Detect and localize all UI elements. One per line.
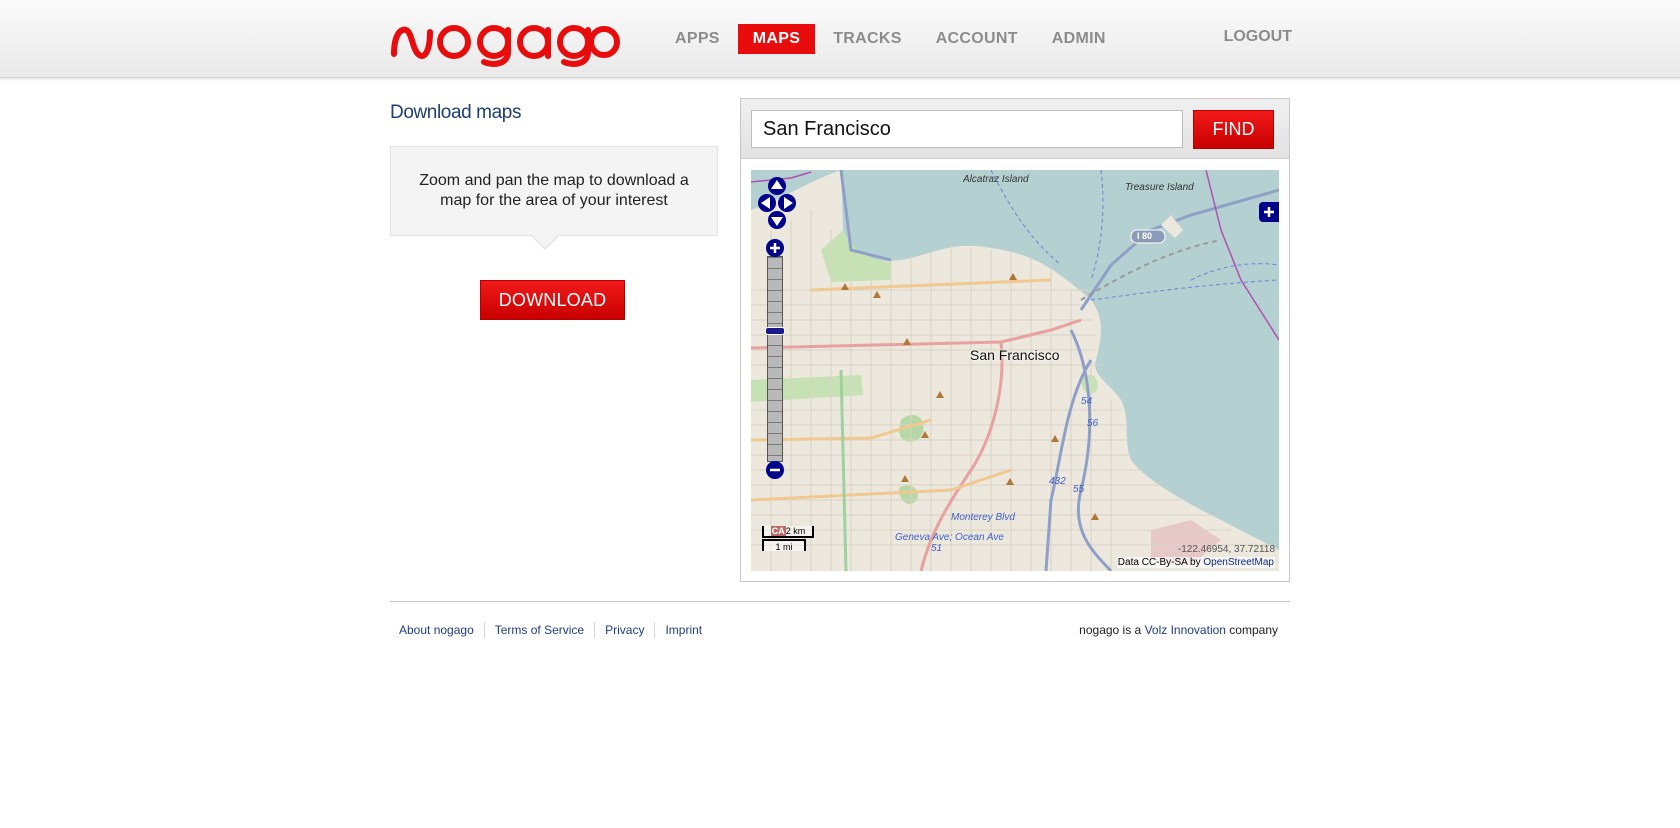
footer-company: nogago is a Volz Innovation company: [1040, 622, 1278, 638]
scale-mi: 1 mi: [762, 539, 806, 552]
company-prefix: nogago is a: [1079, 623, 1145, 637]
company-suffix: company: [1225, 623, 1278, 637]
footer-link-about[interactable]: About nogago: [390, 622, 485, 638]
zoom-slider-handle[interactable]: [765, 327, 785, 335]
scale-km-label: 2 km: [785, 526, 806, 536]
map-label-highway-i80: I 80: [1137, 231, 1153, 241]
map-label-treasure-island: Treasure Island: [1125, 182, 1194, 193]
find-button[interactable]: FIND: [1193, 110, 1274, 149]
header: APPS MAPS TRACKS ACCOUNT ADMIN LOGOUT: [0, 0, 1680, 81]
zoom-track[interactable]: [765, 256, 785, 462]
layer-switcher-plus-icon[interactable]: [1259, 202, 1279, 222]
logo-wordmark: [391, 25, 620, 67]
nogago-logo[interactable]: [390, 18, 622, 68]
attribution-prefix: Data CC-By-SA by: [1117, 557, 1204, 568]
map-scale: CA2 km 1 mi: [760, 526, 820, 554]
footer-link-terms[interactable]: Terms of Service: [485, 622, 596, 638]
location-search-input[interactable]: [751, 110, 1183, 148]
scale-badge: CA: [770, 526, 786, 536]
map-viewport[interactable]: Alcatraz Island Treasure Island I 80 San…: [751, 170, 1279, 571]
scale-km: CA2 km: [762, 526, 814, 538]
nav-maps[interactable]: MAPS: [737, 24, 816, 54]
nav-admin[interactable]: ADMIN: [1035, 24, 1123, 54]
hint-pointer: [530, 234, 560, 250]
openstreetmap-link[interactable]: OpenStreetMap: [1203, 557, 1274, 568]
map-label-route-54: 54: [1081, 396, 1093, 407]
footer-divider: [390, 601, 1290, 602]
footer-link-privacy[interactable]: Privacy: [595, 622, 656, 638]
arrow-down-icon[interactable]: [767, 210, 787, 230]
mouse-coordinates: -122.46954, 37.72118: [1177, 544, 1275, 555]
zoom-in-plus-icon[interactable]: [765, 238, 785, 258]
search-bar: FIND: [741, 99, 1289, 159]
zoom-out-minus-icon[interactable]: [765, 460, 785, 480]
footer-link-imprint[interactable]: Imprint: [655, 622, 712, 638]
zoom-control: [765, 238, 785, 480]
map-label-geneva-ave: Geneva Ave; Ocean Ave: [895, 532, 1004, 543]
logout-link[interactable]: LOGOUT: [1212, 28, 1292, 46]
nav-tracks[interactable]: TRACKS: [816, 24, 918, 54]
map-attribution: Data CC-By-SA by OpenStreetMap: [1116, 557, 1275, 568]
map-label-route-51: 51: [931, 543, 943, 554]
map-label-route-55: 55: [1073, 484, 1085, 495]
hint-box: Zoom and pan the map to download a map f…: [390, 146, 718, 236]
download-button[interactable]: DOWNLOAD: [480, 280, 625, 320]
map-tiles: [751, 170, 1279, 571]
pan-control: [757, 176, 797, 232]
nav-apps[interactable]: APPS: [658, 24, 737, 54]
footer-links: About nogago Terms of Service Privacy Im…: [390, 622, 712, 638]
volz-innovation-link[interactable]: Volz Innovation: [1145, 623, 1226, 637]
map-label-monterey-blvd: Monterey Blvd: [951, 512, 1015, 523]
page-title: Download maps: [390, 102, 522, 123]
map-label-route-56: 56: [1087, 418, 1099, 429]
nav-account[interactable]: ACCOUNT: [919, 24, 1035, 54]
hint-text: Zoom and pan the map to download a map f…: [419, 172, 689, 209]
main-nav: APPS MAPS TRACKS ACCOUNT ADMIN: [658, 24, 1123, 54]
map-panel: FIND: [740, 98, 1290, 582]
map-label-alcatraz: Alcatraz Island: [963, 174, 1029, 185]
map-label-route-432: 432: [1049, 476, 1066, 487]
map-city-label: San Francisco: [970, 347, 1060, 363]
